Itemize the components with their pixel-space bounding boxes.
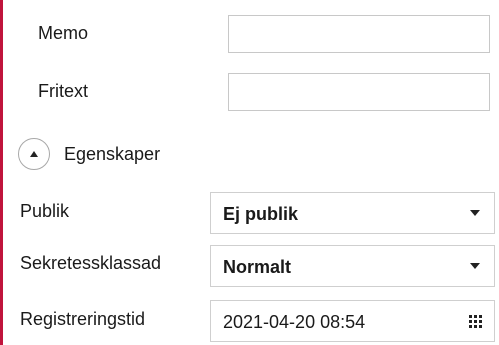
registreringstid-value: 2021-04-20 08:54 [223,312,366,332]
section-toggle-button[interactable] [18,138,50,170]
registreringstid-label: Registreringstid [20,309,146,329]
fritext-field[interactable] [228,73,490,111]
publik-label: Publik [20,201,70,221]
publik-value: Ej publik [223,204,299,224]
section-title: Egenskaper [64,144,161,164]
registreringstid-datepicker[interactable]: 2021-04-20 08:54 [210,300,495,342]
chevron-down-icon [470,210,480,216]
fritext-label: Fritext [38,81,89,101]
calendar-icon[interactable] [469,315,482,328]
memo-label: Memo [38,23,89,43]
chevron-down-icon [470,263,480,269]
memo-field[interactable] [228,15,490,53]
sekretess-label: Sekretessklassad [20,253,162,273]
sekretess-value: Normalt [223,257,292,277]
sekretess-select[interactable]: Normalt [210,245,495,287]
chevron-up-icon [30,151,38,157]
accent-bar [0,0,3,345]
publik-select[interactable]: Ej publik [210,192,495,234]
